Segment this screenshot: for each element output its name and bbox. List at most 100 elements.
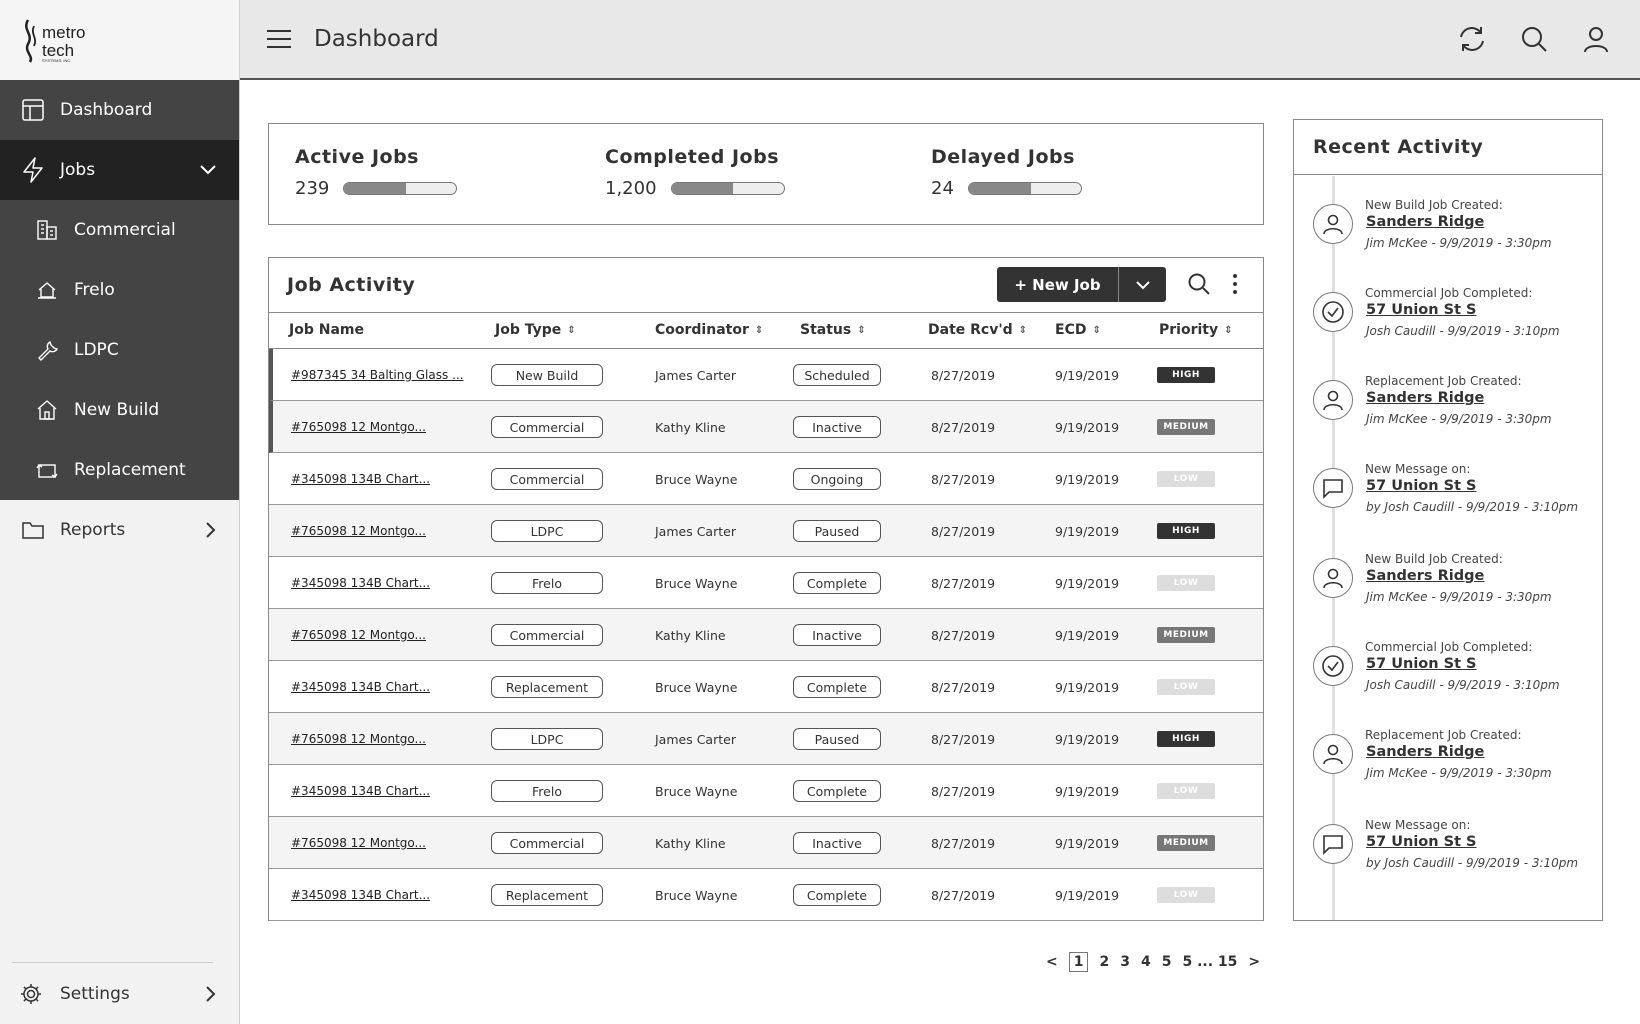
activity-link[interactable]: Sanders Ridge bbox=[1366, 568, 1484, 584]
sidebar-item-commercial[interactable]: Commercial bbox=[0, 200, 239, 260]
user-icon bbox=[1313, 204, 1353, 244]
job-type-badge: Frelo bbox=[491, 572, 603, 594]
job-name-link[interactable]: #765098 12 Montgo... bbox=[291, 420, 426, 434]
search-icon[interactable] bbox=[1518, 23, 1550, 55]
sidebar-item-jobs[interactable]: Jobs bbox=[0, 140, 239, 200]
recent-activity-panel: Recent Activity New Build Job Created: Sa… bbox=[1293, 119, 1603, 921]
table-header: Job Name Job Type ⇕ Coordinator ⇕ Status ⇕ … bbox=[269, 313, 1263, 349]
job-name-link[interactable]: #765098 12 Montgo... bbox=[291, 836, 426, 850]
table-row[interactable]: #345098 134B Chart... Replacement Bruce Wa… bbox=[269, 869, 1263, 921]
job-name-link[interactable]: #345098 134B Chart... bbox=[291, 576, 430, 590]
more-options-icon[interactable] bbox=[1231, 272, 1239, 300]
table-row[interactable]: #765098 12 Montgo... LDPC James Carter Paus… bbox=[269, 505, 1263, 557]
table-row[interactable]: #765098 12 Montgo... LDPC James Carter Paus… bbox=[269, 713, 1263, 765]
chevron-right-icon[interactable] bbox=[205, 985, 217, 1003]
new-job-dropdown-button[interactable] bbox=[1119, 267, 1166, 302]
pagination-page[interactable]: 3 bbox=[1120, 954, 1130, 970]
check-circle-icon bbox=[1313, 646, 1353, 686]
job-name-link[interactable]: #345098 134B Chart... bbox=[291, 888, 430, 902]
activity-link[interactable]: Sanders Ridge bbox=[1366, 214, 1484, 230]
column-label: Job Name bbox=[289, 322, 364, 338]
chevron-down-icon bbox=[1135, 280, 1150, 289]
pagination-page[interactable]: 1 bbox=[1068, 952, 1089, 972]
job-name-link[interactable]: #765098 12 Montgo... bbox=[291, 628, 426, 642]
column-header-job-type[interactable]: Job Type ⇕ bbox=[495, 322, 576, 338]
folder-icon bbox=[20, 517, 46, 543]
column-header-date-rcvd[interactable]: Date Rcv'd ⇕ bbox=[928, 322, 1027, 338]
table-row[interactable]: #765098 12 Montgo... Commercial Kathy Klin… bbox=[269, 401, 1263, 453]
sidebar-item-ldpc[interactable]: LDPC bbox=[0, 320, 239, 380]
job-name-link[interactable]: #765098 12 Montgo... bbox=[291, 524, 426, 538]
refresh-icon[interactable] bbox=[1456, 23, 1488, 55]
hamburger-menu-icon[interactable] bbox=[266, 25, 294, 53]
pagination-page[interactable]: 5 ... 15 bbox=[1182, 954, 1237, 970]
ecd-cell: 9/19/2019 bbox=[1055, 471, 1120, 487]
pagination-page[interactable]: 5 bbox=[1162, 954, 1172, 970]
activity-label: New Build Job Created: bbox=[1365, 552, 1503, 566]
activity-link[interactable]: 57 Union St S bbox=[1366, 302, 1477, 318]
activity-link[interactable]: 57 Union St S bbox=[1366, 834, 1477, 850]
layout-icon bbox=[20, 97, 46, 123]
activity-meta: by Josh Caudill - 9/9/2019 - 3:10pm bbox=[1366, 500, 1579, 514]
ecd-cell: 9/19/2019 bbox=[1055, 887, 1120, 903]
job-name-link[interactable]: #345098 134B Chart... bbox=[291, 680, 430, 694]
coordinator-cell: Kathy Kline bbox=[655, 835, 726, 851]
user-profile-icon[interactable] bbox=[1580, 23, 1612, 55]
new-job-button[interactable]: + New Job bbox=[997, 267, 1119, 302]
pagination-next[interactable]: > bbox=[1248, 954, 1260, 970]
activity-link[interactable]: Sanders Ridge bbox=[1366, 744, 1484, 760]
column-header-coordinator[interactable]: Coordinator ⇕ bbox=[655, 322, 763, 338]
table-row[interactable]: #345098 134B Chart... Replacement Bruce Wa… bbox=[269, 661, 1263, 713]
job-name-link[interactable]: #345098 134B Chart... bbox=[291, 472, 430, 486]
table-row[interactable]: #765098 12 Montgo... Commercial Kathy Klin… bbox=[269, 609, 1263, 661]
coordinator-cell: Bruce Wayne bbox=[655, 575, 738, 591]
activity-item: New Build Job Created: Sanders Ridge Jim M… bbox=[1294, 552, 1602, 640]
status-badge: Paused bbox=[793, 520, 881, 542]
pagination-prev[interactable]: < bbox=[1046, 954, 1058, 970]
column-label: Priority bbox=[1159, 322, 1219, 338]
coordinator-cell: James Carter bbox=[655, 731, 736, 747]
sidebar-item-replacement[interactable]: Replacement bbox=[0, 440, 239, 500]
chevron-down-icon[interactable] bbox=[199, 164, 217, 176]
ecd-cell: 9/19/2019 bbox=[1055, 367, 1120, 383]
job-name-link[interactable]: #765098 12 Montgo... bbox=[291, 732, 426, 746]
date-received-cell: 8/27/2019 bbox=[931, 471, 996, 487]
column-header-status[interactable]: Status ⇕ bbox=[800, 322, 866, 338]
job-name-link[interactable]: #987345 34 Balting Glass ... bbox=[291, 368, 464, 382]
pagination-page[interactable]: 2 bbox=[1099, 954, 1109, 970]
table-row[interactable]: #345098 134B Chart... Frelo Bruce Wayne Com… bbox=[269, 765, 1263, 817]
table-row[interactable]: #345098 134B Chart... Frelo Bruce Wayne Com… bbox=[269, 557, 1263, 609]
pagination-page[interactable]: 4 bbox=[1141, 954, 1151, 970]
sidebar-item-frelo[interactable]: Frelo bbox=[0, 260, 239, 320]
job-name-link[interactable]: #345098 134B Chart... bbox=[291, 784, 430, 798]
table-row[interactable]: #345098 134B Chart... Commercial Bruce Way… bbox=[269, 453, 1263, 505]
message-icon bbox=[1313, 824, 1353, 864]
column-header-job-name[interactable]: Job Name bbox=[289, 322, 364, 338]
search-icon[interactable] bbox=[1187, 272, 1211, 300]
priority-badge: HIGH bbox=[1157, 367, 1215, 383]
table-row[interactable]: #987345 34 Balting Glass ... New Build Jam… bbox=[269, 349, 1263, 401]
table-row[interactable]: #765098 12 Montgo... Commercial Kathy Klin… bbox=[269, 817, 1263, 869]
sidebar-item-label: Frelo bbox=[74, 280, 115, 300]
activity-link[interactable]: 57 Union St S bbox=[1366, 478, 1477, 494]
column-header-ecd[interactable]: ECD ⇕ bbox=[1055, 322, 1101, 338]
progress-bar bbox=[967, 182, 1082, 195]
column-label: Job Type bbox=[495, 322, 562, 338]
priority-badge: LOW bbox=[1157, 783, 1215, 799]
job-type-badge: New Build bbox=[491, 364, 603, 386]
activity-link[interactable]: 57 Union St S bbox=[1366, 656, 1477, 672]
settings-label: Settings bbox=[60, 984, 130, 1004]
sort-icon: ⇕ bbox=[857, 324, 866, 336]
stat-value: 24 bbox=[931, 178, 954, 199]
column-header-priority[interactable]: Priority ⇕ bbox=[1159, 322, 1233, 338]
sidebar-item-reports[interactable]: Reports bbox=[0, 500, 239, 560]
chevron-right-icon[interactable] bbox=[205, 521, 217, 539]
logo[interactable]: metro tech SYSTEMS, INC. bbox=[0, 0, 239, 80]
sidebar-item-new-build[interactable]: New Build bbox=[0, 380, 239, 440]
sidebar-item-dashboard[interactable]: Dashboard bbox=[0, 80, 239, 140]
status-badge: Complete bbox=[793, 884, 881, 906]
stat-label: Active Jobs bbox=[295, 146, 419, 168]
sidebar-item-settings[interactable]: Settings bbox=[0, 964, 239, 1024]
column-label: ECD bbox=[1055, 322, 1087, 338]
activity-link[interactable]: Sanders Ridge bbox=[1366, 390, 1484, 406]
